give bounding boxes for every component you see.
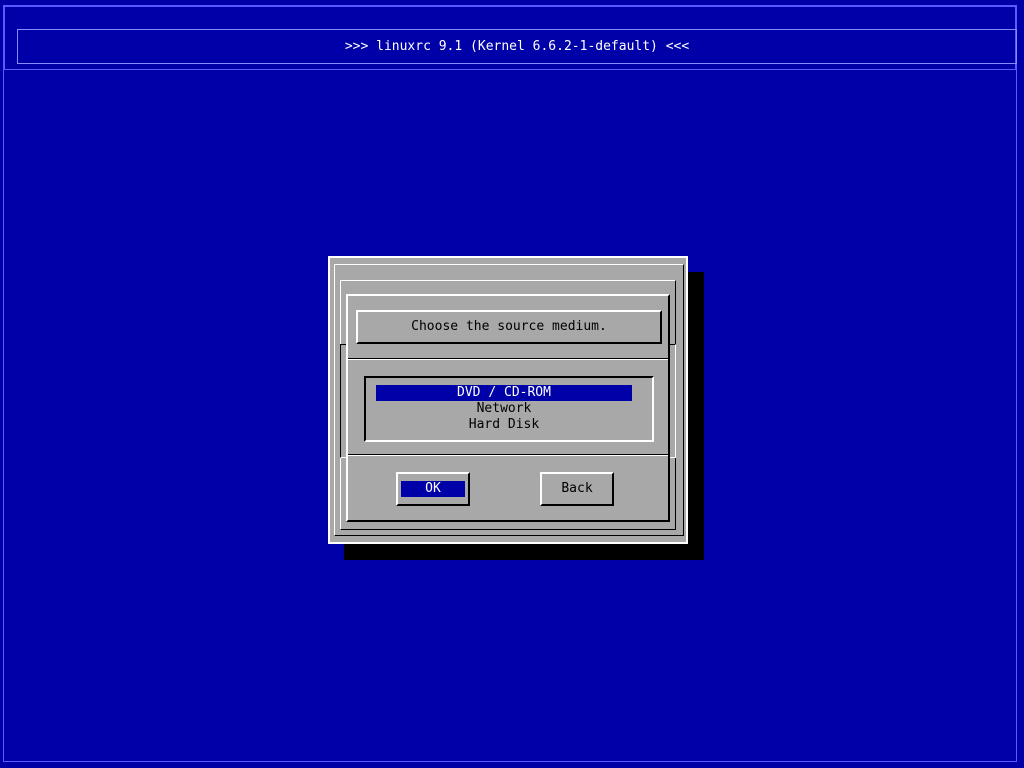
dialog-title: Choose the source medium.	[356, 310, 662, 344]
ok-button-label: OK	[401, 481, 465, 497]
list-item-hard-disk[interactable]: Hard Disk	[376, 417, 632, 433]
title-text: >>> linuxrc 9.1 (Kernel 6.6.2-1-default)…	[17, 29, 1017, 64]
back-button[interactable]: Back	[540, 472, 614, 506]
separator	[348, 454, 668, 456]
list-item-dvd-cdrom[interactable]: DVD / CD-ROM	[376, 385, 632, 401]
ok-button[interactable]: OK	[396, 472, 470, 506]
title-bar: >>> linuxrc 9.1 (Kernel 6.6.2-1-default)…	[4, 6, 1017, 70]
list-item-network[interactable]: Network	[376, 401, 632, 417]
source-medium-list[interactable]: DVD / CD-ROM Network Hard Disk	[364, 376, 654, 442]
back-button-label: Back	[561, 481, 593, 496]
separator	[348, 358, 668, 360]
source-medium-dialog: Choose the source medium. DVD / CD-ROM N…	[346, 294, 670, 522]
